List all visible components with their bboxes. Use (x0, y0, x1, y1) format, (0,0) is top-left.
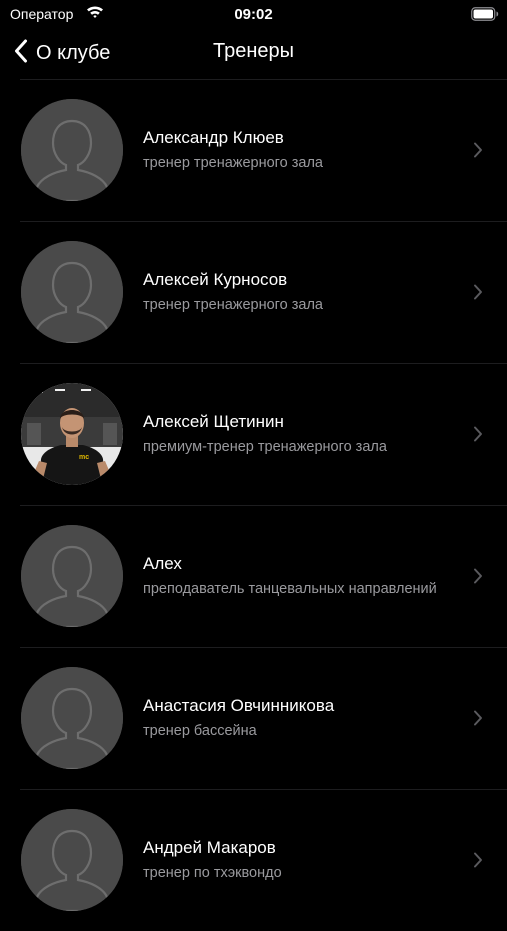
chevron-right-icon (473, 284, 483, 305)
trainer-row[interactable]: Андрей Макаров тренер по тхэквондо (0, 789, 507, 931)
trainer-name: Александр Клюев (143, 128, 284, 147)
avatar (21, 667, 123, 769)
chevron-right-icon (473, 142, 483, 163)
trainer-role: тренер по тхэквондо (143, 865, 282, 881)
trainer-row[interactable]: Александр Клюев тренер тренажерного зала (0, 79, 507, 221)
chevron-right-icon (473, 852, 483, 873)
svg-text:mc: mc (79, 454, 89, 461)
trainer-role: тренер тренажерного зала (143, 155, 323, 171)
trainer-row[interactable]: Алексей Курносов тренер тренажерного зал… (0, 221, 507, 363)
trainer-role: преподаватель танцевальных направлений (143, 581, 437, 597)
trainer-role: премиум-тренер тренажерного зала (143, 439, 387, 455)
chevron-right-icon (473, 568, 483, 589)
battery-icon (471, 7, 499, 26)
trainer-name: Алех (143, 554, 182, 573)
person-silhouette-icon (21, 241, 123, 343)
trainer-name: Анастасия Овчинникова (143, 696, 335, 715)
person-silhouette-icon (21, 525, 123, 627)
trainer-row[interactable]: Алех преподаватель танцевальных направле… (0, 505, 507, 647)
avatar (21, 241, 123, 343)
trainer-role: тренер тренажерного зала (143, 297, 323, 313)
clock: 09:02 (234, 6, 273, 23)
person-silhouette-icon (21, 99, 123, 201)
trainer-name: Андрей Макаров (143, 838, 276, 857)
navigation-bar: О клубе Тренеры (0, 28, 507, 78)
avatar (21, 809, 123, 911)
chevron-right-icon (473, 426, 483, 447)
person-silhouette-icon (21, 809, 123, 911)
trainer-photo: mc (21, 383, 123, 485)
person-silhouette-icon (21, 667, 123, 769)
trainer-name: Алексей Щетинин (143, 412, 284, 431)
status-bar: Оператор 09:02 (0, 0, 507, 28)
trainer-row[interactable]: mc Алексей Щетинин премиум-тренер тренаж… (0, 363, 507, 505)
page-title: Тренеры (212, 40, 294, 62)
trainer-name: Алексей Курносов (143, 270, 288, 289)
trainer-row[interactable]: Анастасия Овчинникова тренер бассейна (0, 647, 507, 789)
trainer-role: тренер бассейна (143, 723, 257, 739)
avatar (21, 525, 123, 627)
avatar (21, 99, 123, 201)
trainer-list: Александр Клюев тренер тренажерного зала… (0, 79, 507, 931)
chevron-right-icon (473, 710, 483, 731)
